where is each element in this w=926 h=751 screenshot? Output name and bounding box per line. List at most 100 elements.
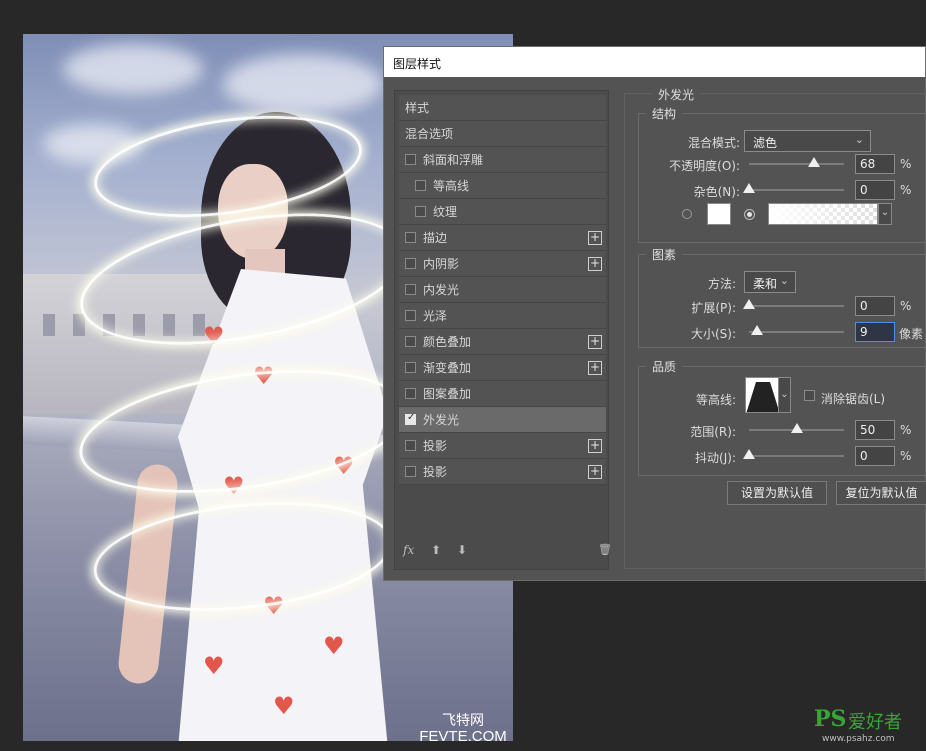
range-unit: % [900, 423, 912, 437]
style-checkbox[interactable] [405, 154, 416, 165]
style-item[interactable]: 投影 + [399, 459, 606, 485]
elements-legend: 图素 [646, 246, 683, 263]
style-item[interactable]: 图案叠加 [399, 381, 606, 407]
style-item-label: 投影 [423, 465, 448, 479]
style-item-label: 混合选项 [405, 127, 454, 141]
add-style-icon[interactable]: + [588, 439, 602, 453]
noise-label: 杂色(N): [693, 185, 740, 199]
style-item[interactable]: 混合选项 [399, 121, 606, 147]
trash-icon[interactable]: 🗑 [598, 543, 612, 556]
style-checkbox[interactable] [405, 362, 416, 373]
contour-curve-icon [746, 382, 778, 412]
jitter-slider[interactable] [743, 449, 844, 459]
style-item[interactable]: 等高线 [399, 173, 606, 199]
style-checkbox[interactable] [405, 310, 416, 321]
style-item[interactable]: 内发光 [399, 277, 606, 303]
anti-alias-label: 消除锯齿(L) [821, 392, 886, 406]
spread-slider-thumb[interactable] [743, 299, 755, 309]
style-checkbox[interactable] [415, 206, 426, 217]
add-style-icon[interactable]: + [588, 361, 602, 375]
logo-text: 爱好者 [848, 712, 902, 733]
technique-select[interactable]: 柔和 ⌄ [744, 271, 796, 293]
psahz-logo: PS 爱好者 www.psahz.com [812, 706, 922, 746]
style-item[interactable]: 内阴影 + [399, 251, 606, 277]
contour-preview[interactable] [745, 377, 779, 413]
outer-glow-panel: 外发光 结构 混合模式: 滤色 ⌄ 不透明度(O): 68 % 杂色(N): 0 … [624, 83, 926, 573]
style-item[interactable]: 纹理 [399, 199, 606, 225]
blend-mode-select[interactable]: 滤色 ⌄ [744, 130, 871, 152]
make-default-button[interactable]: 设置为默认值 [727, 481, 827, 505]
jitter-slider-thumb[interactable] [743, 449, 755, 459]
reset-default-button[interactable]: 复位为默认值 [836, 481, 926, 505]
style-item[interactable]: 投影 + [399, 433, 606, 459]
cloud [223, 54, 383, 114]
logo-brand: PS [814, 706, 847, 732]
size-input[interactable]: 9 [855, 322, 895, 342]
style-item[interactable]: 颜色叠加 + [399, 329, 606, 355]
size-unit: 像素 [899, 327, 924, 341]
style-item[interactable]: 光泽 [399, 303, 606, 329]
range-slider[interactable] [749, 423, 844, 433]
style-item-label: 颜色叠加 [423, 335, 472, 349]
add-style-icon[interactable]: + [588, 465, 602, 479]
fx-icon[interactable]: fx [403, 543, 414, 557]
spread-label: 扩展(P): [691, 301, 736, 315]
range-label: 范围(R): [690, 425, 736, 439]
add-style-icon[interactable]: + [588, 257, 602, 271]
glow-color-swatch[interactable] [707, 203, 731, 225]
heart-print: ♥ [273, 692, 295, 720]
range-slider-thumb[interactable] [790, 423, 803, 433]
size-label: 大小(S): [690, 327, 736, 341]
move-down-icon[interactable]: ⬇ [457, 543, 467, 557]
style-checkbox[interactable] [405, 388, 416, 399]
layer-style-dialog: 图层样式 样式 混合选项 斜面和浮雕 等高线 纹理 描边 + 内阴影 + 内发光 光泽 颜色叠加 + 渐变… [383, 46, 926, 581]
anti-alias-checkbox[interactable] [804, 390, 815, 401]
noise-unit: % [900, 183, 912, 197]
style-checkbox[interactable] [415, 180, 426, 191]
cloud [63, 44, 203, 94]
jitter-input[interactable]: 0 [855, 446, 895, 466]
size-slider[interactable] [749, 325, 844, 335]
move-up-icon[interactable]: ⬆ [431, 543, 441, 557]
outer-glow-title: 外发光 [652, 86, 701, 103]
range-input[interactable]: 50 [855, 420, 895, 440]
noise-input[interactable]: 0 [855, 180, 895, 200]
contour-dropdown-icon[interactable]: ⌄ [779, 377, 791, 413]
glow-gradient-picker[interactable] [768, 203, 878, 225]
noise-slider-thumb[interactable] [743, 183, 755, 193]
opacity-slider[interactable] [749, 157, 844, 167]
gradient-dropdown-icon[interactable]: ⌄ [878, 203, 892, 225]
style-checkbox[interactable] [405, 336, 416, 347]
style-item[interactable]: 外发光 [399, 407, 606, 433]
style-item[interactable]: 渐变叠加 + [399, 355, 606, 381]
style-item[interactable]: 描边 + [399, 225, 606, 251]
style-checkbox[interactable] [405, 232, 416, 243]
size-slider-thumb[interactable] [751, 325, 763, 335]
add-style-icon[interactable]: + [588, 335, 602, 349]
style-item[interactable]: 样式 [399, 95, 606, 121]
style-item-label: 内阴影 [423, 257, 460, 271]
heart-print: ♥ [203, 652, 225, 680]
add-style-icon[interactable]: + [588, 231, 602, 245]
opacity-slider-thumb[interactable] [807, 157, 820, 167]
contour-label: 等高线: [695, 393, 736, 407]
style-item[interactable]: 斜面和浮雕 [399, 147, 606, 173]
spread-input[interactable]: 0 [855, 296, 895, 316]
style-checkbox[interactable] [405, 284, 416, 295]
solid-color-radio[interactable] [682, 209, 692, 219]
style-checkbox[interactable] [405, 440, 416, 451]
gradient-radio[interactable] [744, 209, 755, 220]
style-checkbox[interactable] [405, 258, 416, 269]
style-checkbox[interactable] [405, 412, 416, 425]
noise-slider[interactable] [743, 183, 844, 193]
chevron-down-icon: ⌄ [779, 274, 789, 287]
opacity-input[interactable]: 68 [855, 154, 895, 174]
heart-print: ♥ [323, 632, 345, 660]
style-checkbox[interactable] [405, 466, 416, 477]
chevron-down-icon: ⌄ [854, 133, 864, 146]
style-item-label: 外发光 [423, 413, 460, 427]
style-item-label: 图案叠加 [423, 387, 472, 401]
structure-legend: 结构 [646, 105, 683, 122]
watermark-line2: FEVTE.COM [419, 728, 507, 741]
spread-slider[interactable] [743, 299, 844, 309]
